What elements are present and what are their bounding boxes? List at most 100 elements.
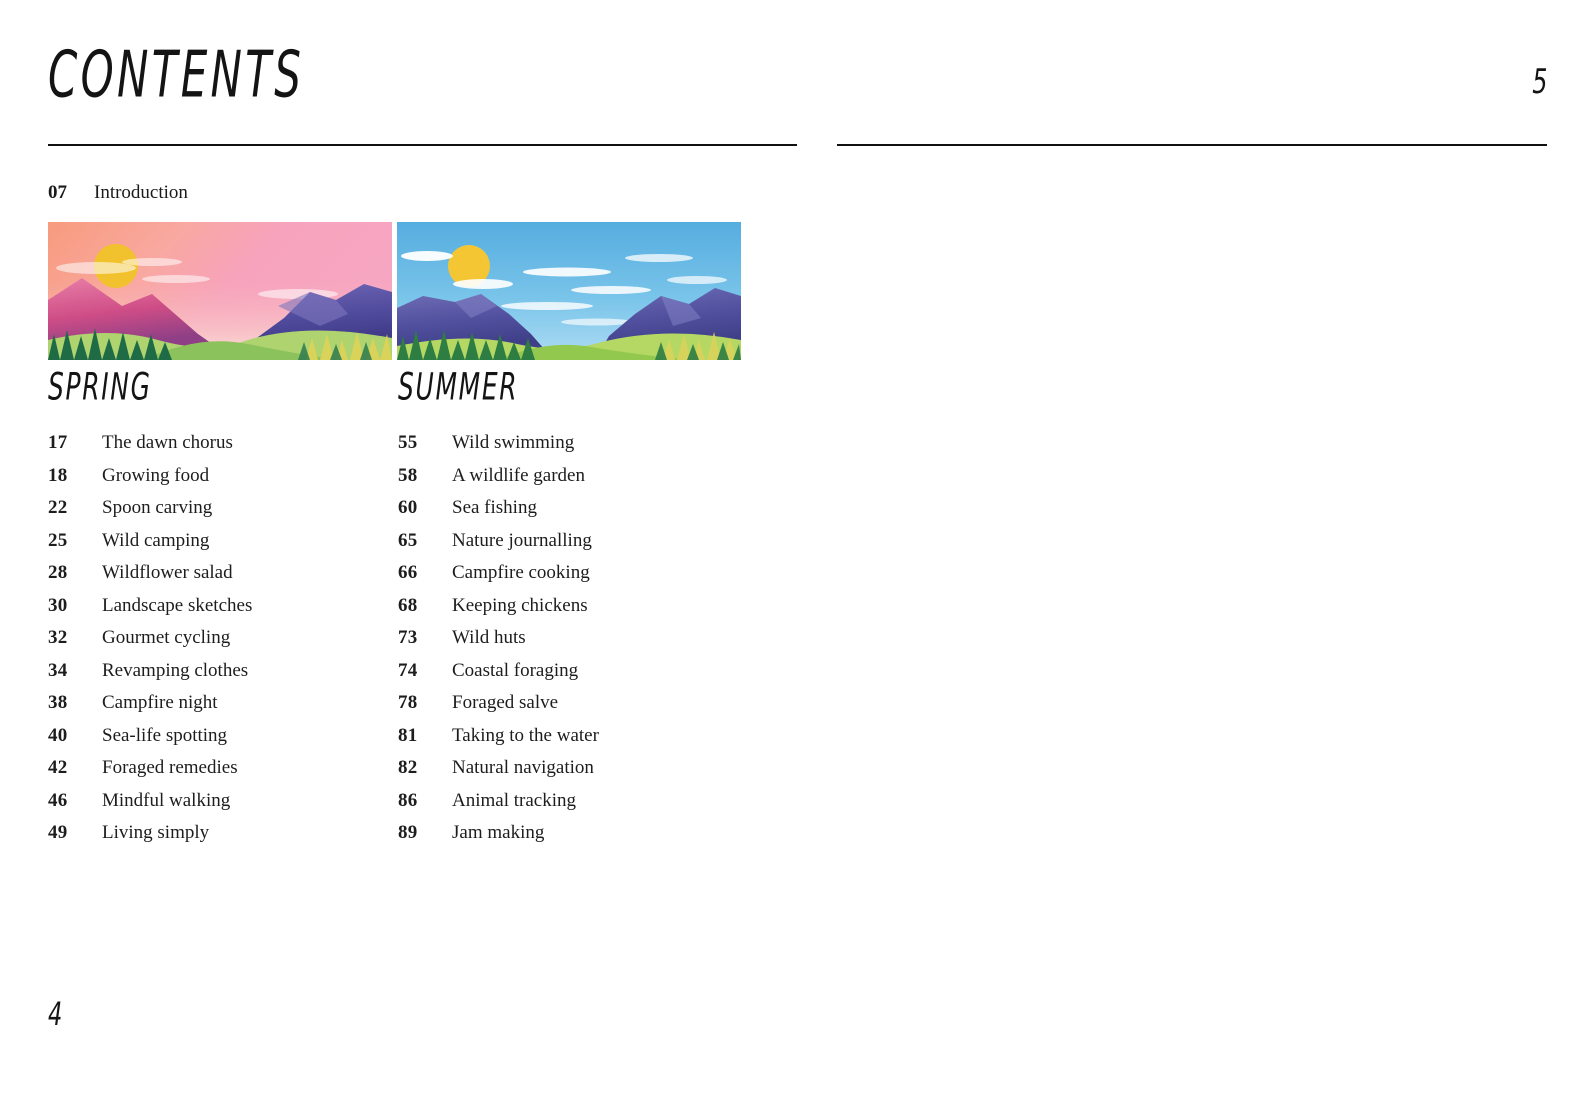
intro-label: Introduction [94, 182, 188, 203]
entry-page-number: 38 [48, 692, 68, 713]
list-item[interactable]: 68 Keeping chickens [398, 595, 748, 628]
list-item[interactable]: 42 Foraged remedies [48, 757, 398, 790]
toc-list-spring: 17 The dawn chorus 18 Growing food 22 Sp… [48, 432, 398, 855]
page-title: CONTENTS [48, 38, 305, 112]
toc-list-summer: 55 Wild swimming 58 A wildlife garden 60… [398, 432, 748, 855]
entry-title: Wildflower salad [102, 562, 233, 583]
list-item[interactable]: 30 Landscape sketches [48, 595, 398, 628]
season-heading-summer: SUMMER [398, 364, 519, 409]
entry-title: Living simply [102, 822, 210, 843]
entry-page-number: 66 [398, 562, 418, 583]
list-item[interactable]: 38 Campfire night [48, 692, 398, 725]
entry-title: Campfire cooking [452, 562, 590, 583]
entry-title: The dawn chorus [102, 432, 233, 453]
entry-title: Mindful walking [102, 789, 231, 811]
header-rule-left [48, 144, 797, 146]
season-columns-left: SPRING 17 The dawn chorus 18 Growing foo… [48, 367, 748, 855]
season-heading-spring: SPRING [48, 364, 152, 409]
entry-page-number: 49 [48, 822, 68, 843]
entry-title: Wild camping [102, 529, 210, 551]
entry-page-number: 74 [398, 659, 418, 681]
header-rule-right [837, 144, 1547, 146]
list-item[interactable]: 22 Spoon carving [48, 497, 398, 530]
list-item[interactable]: 25 Wild camping [48, 530, 398, 563]
list-item[interactable]: 17 The dawn chorus [48, 432, 398, 465]
entry-title: Sea fishing [452, 497, 537, 518]
list-item[interactable]: 74 Coastal foraging [398, 660, 748, 693]
entry-page-number: 28 [48, 562, 68, 583]
entry-page-number: 73 [398, 627, 418, 648]
spring-landscape-illustration [48, 222, 392, 360]
entry-page-number: 89 [398, 822, 418, 843]
masthead-left: CONTENTS [48, 0, 797, 146]
list-item[interactable]: 40 Sea-life spotting [48, 725, 398, 758]
list-item[interactable]: 78 Foraged salve [398, 692, 748, 725]
entry-title: Gourmet cycling [102, 627, 231, 648]
entry-page-number: 82 [398, 757, 418, 778]
entry-page-number: 42 [48, 757, 68, 778]
entry-page-number: 55 [398, 432, 418, 453]
entry-title: Growing food [102, 464, 210, 486]
illustration-strip-left [48, 222, 741, 360]
list-item[interactable]: 86 Animal tracking [398, 790, 748, 823]
entry-title: Sea-life spotting [102, 724, 228, 746]
season-column-spring: SPRING 17 The dawn chorus 18 Growing foo… [48, 367, 398, 855]
entry-page-number: 30 [48, 594, 68, 616]
folio-page-number-right: 5 [1531, 62, 1547, 102]
entry-title: Wild huts [452, 627, 526, 648]
list-item[interactable]: 82 Natural navigation [398, 757, 748, 790]
entry-page-number: 32 [48, 627, 68, 648]
entry-title: Natural navigation [452, 757, 594, 778]
entry-title: Animal tracking [452, 789, 576, 811]
entry-page-number: 81 [398, 724, 418, 746]
list-item[interactable]: 66 Campfire cooking [398, 562, 748, 595]
entry-title: Campfire night [102, 692, 218, 713]
list-item[interactable]: 58 A wildlife garden [398, 465, 748, 498]
folio-page-number-left: 4 [48, 995, 63, 1033]
entry-title: Jam making [452, 822, 545, 843]
summer-landscape-svg [397, 222, 741, 360]
list-item[interactable]: 32 Gourmet cycling [48, 627, 398, 660]
entry-title: Foraged salve [452, 692, 559, 713]
list-item[interactable]: 28 Wildflower salad [48, 562, 398, 595]
entry-page-number: 65 [398, 529, 418, 551]
entry-page-number: 46 [48, 789, 68, 811]
list-item[interactable]: 34 Revamping clothes [48, 660, 398, 693]
entry-page-number: 17 [48, 432, 68, 453]
entry-page-number: 58 [398, 464, 418, 486]
entry-title: Landscape sketches [102, 594, 253, 616]
summer-landscape-illustration [397, 222, 741, 360]
list-item[interactable]: 46 Mindful walking [48, 790, 398, 823]
list-item[interactable]: 65 Nature journalling [398, 530, 748, 563]
list-item[interactable]: 73 Wild huts [398, 627, 748, 660]
page-right: 5 [797, 0, 1595, 1093]
entry-page-number: 25 [48, 529, 68, 551]
list-item[interactable]: 18 Growing food [48, 465, 398, 498]
entry-title: Wild swimming [452, 432, 575, 453]
list-item[interactable]: 81 Taking to the water [398, 725, 748, 758]
list-item[interactable]: 60 Sea fishing [398, 497, 748, 530]
entry-page-number: 60 [398, 497, 418, 518]
entry-page-number: 68 [398, 594, 418, 616]
list-item[interactable]: 89 Jam making [398, 822, 748, 855]
book-spread: CONTENTS 07 Introduction SPRING 17 The d… [0, 0, 1595, 1093]
masthead-right: 5 [837, 0, 1547, 146]
entry-title: Taking to the water [452, 724, 599, 746]
season-column-summer: SUMMER 55 Wild swimming 58 A wildlife ga… [398, 367, 748, 855]
entry-page-number: 18 [48, 464, 68, 486]
entry-title: Nature journalling [452, 529, 592, 551]
entry-title: Keeping chickens [452, 594, 588, 616]
entry-page-number: 86 [398, 789, 418, 811]
entry-title: Coastal foraging [452, 659, 579, 681]
intro-page-number: 07 [48, 182, 67, 203]
entry-page-number: 22 [48, 497, 68, 518]
list-item[interactable]: 55 Wild swimming [398, 432, 748, 465]
list-item[interactable]: 49 Living simply [48, 822, 398, 855]
entry-title: Revamping clothes [102, 659, 249, 681]
spring-landscape-svg [48, 222, 392, 360]
entry-page-number: 34 [48, 659, 68, 681]
toc-entry-introduction[interactable]: 07 Introduction [48, 182, 188, 204]
page-left: CONTENTS 07 Introduction SPRING 17 The d… [0, 0, 797, 1093]
entry-page-number: 78 [398, 692, 418, 713]
entry-title: Spoon carving [102, 497, 213, 518]
